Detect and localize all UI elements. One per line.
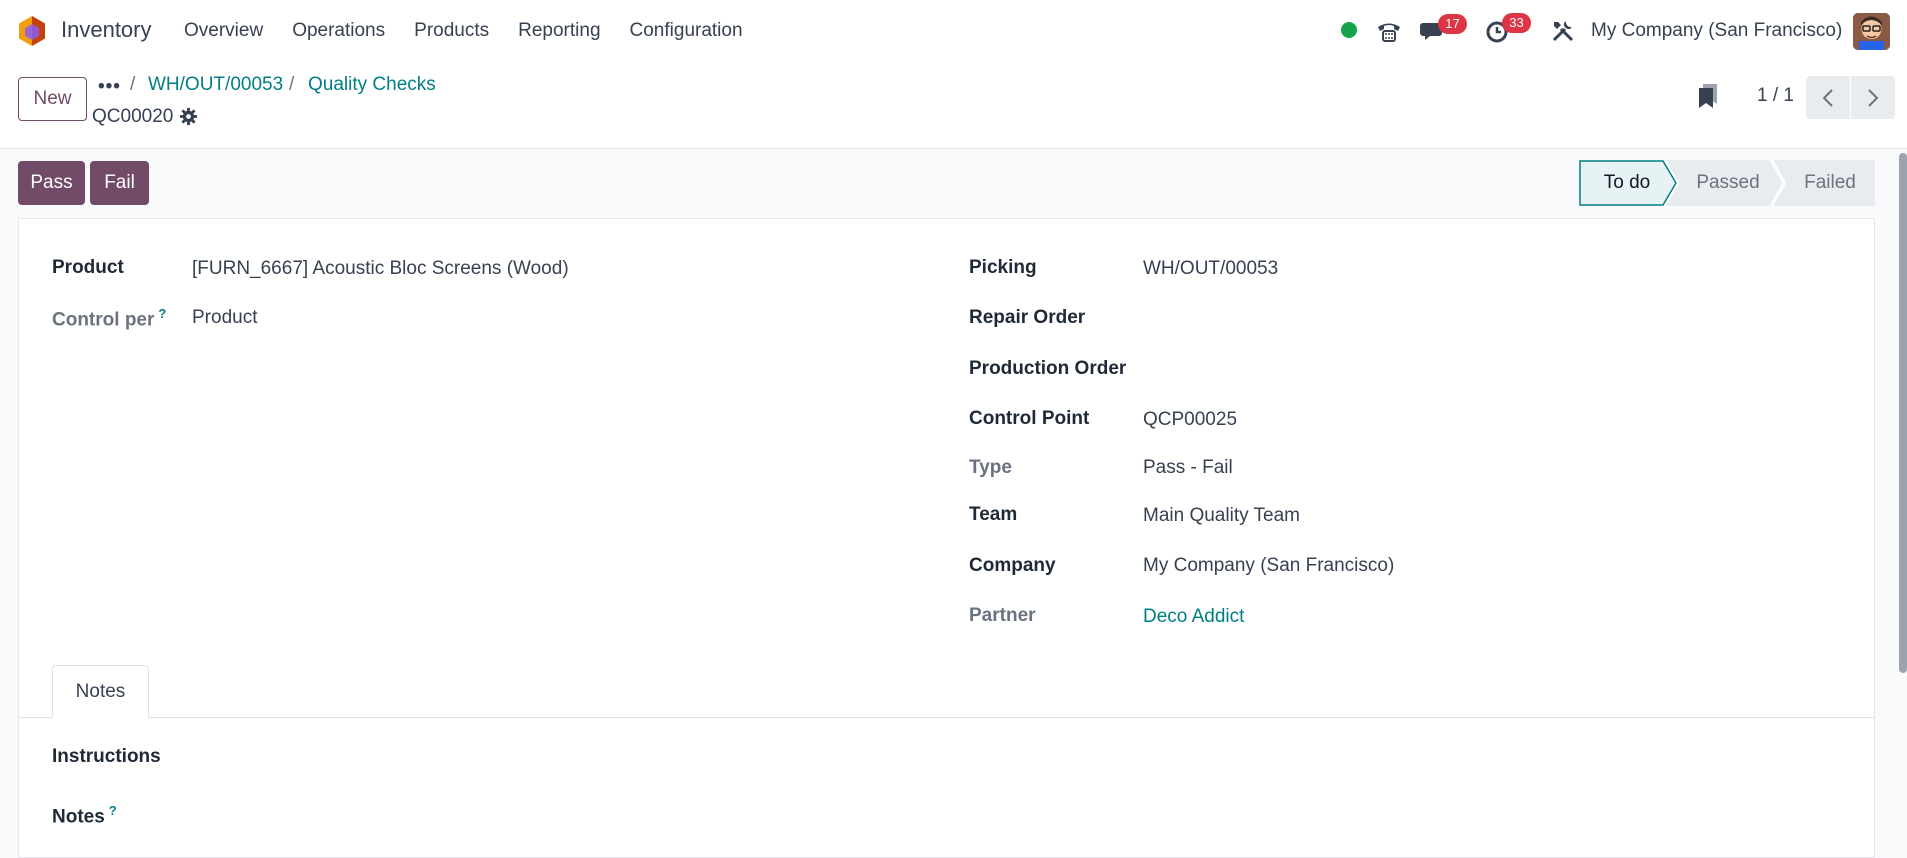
control-point-label: Control Point xyxy=(969,408,1090,429)
product-label: Product xyxy=(52,257,124,278)
partner-link[interactable]: Deco Addict xyxy=(1143,606,1244,628)
tab-notes[interactable]: Notes xyxy=(52,665,149,718)
picking-value[interactable]: WH/OUT/00053 xyxy=(1143,258,1278,280)
help-tooltip-icon[interactable]: ? xyxy=(158,306,166,321)
stage-failed[interactable]: Failed xyxy=(1785,160,1875,206)
breadcrumb-picking[interactable]: WH/OUT/00053 xyxy=(148,74,283,96)
menu-reporting[interactable]: Reporting xyxy=(518,20,600,42)
notes-label: Notes? xyxy=(52,803,117,828)
stage-to-do[interactable]: To do xyxy=(1579,160,1675,206)
bookmark-icon[interactable] xyxy=(1697,82,1719,110)
menu-configuration[interactable]: Configuration xyxy=(630,20,743,42)
user-avatar[interactable] xyxy=(1853,13,1890,50)
menu-operations[interactable]: Operations xyxy=(292,20,385,42)
control-per-label: Control per? xyxy=(52,306,166,331)
control-point-value[interactable]: QCP00025 xyxy=(1143,409,1237,431)
company-switcher[interactable]: My Company (San Francisco) xyxy=(1591,20,1842,42)
app-name[interactable]: Inventory xyxy=(61,17,152,43)
scrollbar[interactable] xyxy=(1899,153,1907,673)
pager-value[interactable]: 1 / 1 xyxy=(1757,85,1794,107)
production-order-label: Production Order xyxy=(969,358,1127,379)
chevron-right-icon xyxy=(1868,88,1879,107)
control-per-label-text: Control per xyxy=(52,309,155,331)
presence-status-icon xyxy=(1341,22,1357,38)
type-label: Type xyxy=(969,457,1012,478)
messages-badge: 17 xyxy=(1438,14,1467,34)
control-panel: New ••• / WH/OUT/00053 / Quality Checks … xyxy=(0,62,1907,149)
top-navbar: Inventory Overview Operations Products R… xyxy=(0,0,1907,62)
record-name: QC00020 xyxy=(92,106,174,127)
menu-products[interactable]: Products xyxy=(414,20,489,42)
team-value[interactable]: Main Quality Team xyxy=(1143,505,1300,527)
chevron-left-icon xyxy=(1822,88,1833,107)
help-tooltip-icon[interactable]: ? xyxy=(109,803,117,818)
phone-icon[interactable] xyxy=(1374,16,1404,46)
partner-label: Partner xyxy=(969,605,1036,626)
control-per-value[interactable]: Product xyxy=(192,307,257,329)
repair-order-label: Repair Order xyxy=(969,307,1086,328)
company-label: Company xyxy=(969,555,1056,576)
main-menu: Overview Operations Products Reporting C… xyxy=(184,20,772,42)
picking-label: Picking xyxy=(969,257,1037,278)
type-value: Pass - Fail xyxy=(1143,457,1233,478)
tabs-divider xyxy=(19,717,1874,718)
breadcrumb-more-button[interactable]: ••• xyxy=(98,76,121,98)
product-value[interactable]: [FURN_6667] Acoustic Bloc Screens (Wood) xyxy=(192,258,569,280)
notes-label-text: Notes xyxy=(52,806,105,828)
menu-overview[interactable]: Overview xyxy=(184,20,263,42)
debug-tools-icon[interactable] xyxy=(1548,16,1578,46)
breadcrumb-separator: / xyxy=(130,74,136,95)
stage-passed[interactable]: Passed xyxy=(1679,160,1777,206)
fail-button[interactable]: Fail xyxy=(90,161,149,205)
gear-icon[interactable] xyxy=(179,107,198,126)
team-label: Team xyxy=(969,504,1018,525)
breadcrumb-separator: / xyxy=(289,74,295,95)
form-sheet: Product [FURN_6667] Acoustic Bloc Screen… xyxy=(18,218,1875,858)
pass-button[interactable]: Pass xyxy=(18,161,85,205)
new-button[interactable]: New xyxy=(18,77,87,121)
activities-badge: 33 xyxy=(1502,13,1531,33)
breadcrumb-quality-checks[interactable]: Quality Checks xyxy=(308,74,436,96)
instructions-label: Instructions xyxy=(52,746,161,767)
odoo-app-logo-icon[interactable] xyxy=(19,16,45,46)
pager-next-button[interactable] xyxy=(1851,76,1895,119)
pager-previous-button[interactable] xyxy=(1806,76,1850,119)
company-value[interactable]: My Company (San Francisco) xyxy=(1143,555,1394,577)
